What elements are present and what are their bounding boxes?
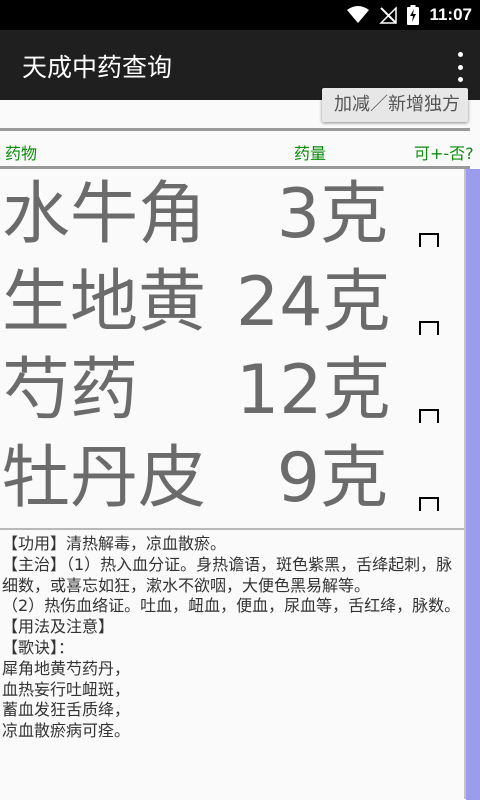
info-line: 蓄血发狂舌质绛， <box>2 700 131 720</box>
herb-name: 水牛角 <box>2 175 207 254</box>
herb-dose: 3克 <box>276 175 388 254</box>
header-toggle: 可+-否? <box>414 144 474 163</box>
herb-row: 水牛角 3克 <box>0 169 464 259</box>
herb-checkbox[interactable] <box>419 233 439 247</box>
info-line: （2）热伤血络证。吐血，衄血，便血，尿血等，舌红绛，脉数。 <box>2 596 461 616</box>
herb-checkbox[interactable] <box>419 497 439 511</box>
herb-row: 生地黄 24克 <box>0 257 464 347</box>
no-signal-icon <box>379 6 398 24</box>
app-title: 天成中药查询 <box>22 53 173 82</box>
divider <box>0 128 470 131</box>
herb-checkbox[interactable] <box>419 409 439 423</box>
herb-name: 牡丹皮 <box>2 439 207 518</box>
add-formula-button-label: 加减／新增独方 <box>334 94 460 115</box>
herb-checkbox[interactable] <box>419 321 439 335</box>
status-icons: 11:07 <box>347 4 472 26</box>
scrollbar-thumb[interactable] <box>466 169 480 800</box>
add-formula-button[interactable]: 加减／新增独方 <box>322 88 468 122</box>
table-header: 药物 药量 可+-否? <box>0 140 480 164</box>
battery-charging-icon <box>407 5 420 25</box>
herb-dose: 12克 <box>236 351 391 430</box>
herb-dose: 24克 <box>236 263 391 342</box>
info-line: 犀角地黄芍药丹， <box>2 658 131 678</box>
info-line: 【用法及注意】 <box>2 617 115 637</box>
herb-list: 水牛角 3克 生地黄 24克 芍药 12克 牡丹皮 9克 <box>0 169 464 527</box>
info-line: 【主治】（1）热入血分证。身热谵语，斑色紫黑，舌绛起刺，脉细数，或喜忘如狂，漱水… <box>2 554 453 595</box>
herb-row: 牡丹皮 9克 <box>0 433 464 523</box>
divider <box>0 528 464 530</box>
status-bar: 11:07 <box>0 0 480 30</box>
herb-name: 生地黄 <box>2 263 207 342</box>
header-dose: 药量 <box>294 144 327 163</box>
wifi-icon <box>347 6 370 23</box>
herb-name: 芍药 <box>2 351 139 430</box>
herb-dose: 9克 <box>276 439 388 518</box>
header-herb: 药物 <box>5 144 38 163</box>
info-line: 血热妄行吐衄斑， <box>2 679 131 699</box>
info-line: 【歌诀】： <box>2 637 75 657</box>
formula-info: 【功用】清热解毒，凉血散瘀。 【主治】（1）热入血分证。身热谵语，斑色紫黑，舌绛… <box>2 534 464 742</box>
more-vert-icon[interactable] <box>454 52 466 82</box>
info-line: 凉血散瘀病可痊。 <box>2 721 131 741</box>
herb-row: 芍药 12克 <box>0 345 464 435</box>
status-time: 11:07 <box>429 5 472 24</box>
info-line: 【功用】清热解毒，凉血散瘀。 <box>2 534 227 553</box>
